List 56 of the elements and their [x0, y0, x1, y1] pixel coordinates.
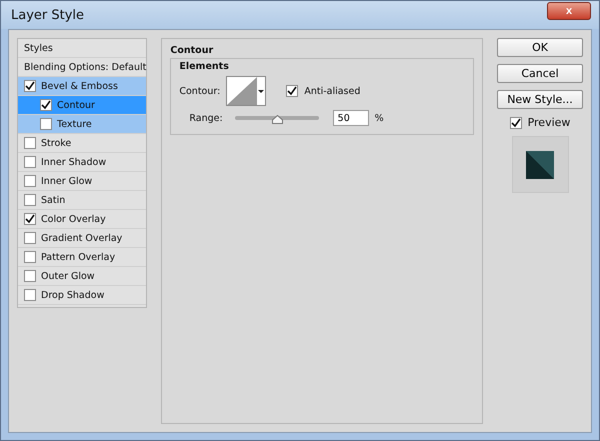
- checkbox[interactable]: [24, 80, 36, 92]
- style-item[interactable]: Satin: [18, 191, 146, 210]
- style-label: Pattern Overlay: [41, 252, 116, 262]
- style-item[interactable]: Gradient Overlay: [18, 229, 146, 248]
- range-input[interactable]: 50: [332, 110, 369, 126]
- checkbox[interactable]: [40, 99, 52, 111]
- checkbox[interactable]: [286, 85, 298, 97]
- style-item[interactable]: Bevel & Emboss: [18, 77, 146, 96]
- checkbox[interactable]: [24, 251, 36, 263]
- style-label: Inner Glow: [41, 176, 92, 186]
- style-item[interactable]: Stroke: [18, 134, 146, 153]
- contour-label: Contour:: [179, 86, 220, 96]
- checkbox[interactable]: [24, 289, 36, 301]
- preview-swatch-icon: [526, 150, 554, 178]
- checkbox[interactable]: [24, 156, 36, 168]
- contour-curve-icon: [227, 77, 258, 105]
- style-label: Texture: [57, 118, 92, 130]
- style-label: Inner Shadow: [41, 156, 106, 168]
- checkbox[interactable]: [24, 213, 36, 225]
- checkbox[interactable]: [24, 194, 36, 206]
- style-item[interactable]: Pattern Overlay: [18, 248, 146, 267]
- checkbox[interactable]: [40, 118, 52, 130]
- checkbox[interactable]: [24, 232, 36, 244]
- percent-label: %: [374, 112, 384, 124]
- anti-aliased-label: Anti-aliased: [304, 86, 360, 96]
- section-title: Contour: [170, 45, 214, 56]
- styles-header: Styles: [24, 42, 53, 54]
- style-item[interactable]: Texture: [18, 115, 146, 134]
- dialog-button[interactable]: OK: [497, 38, 583, 57]
- style-label: Outer Glow: [41, 270, 95, 282]
- window-title: Layer Style: [11, 8, 84, 22]
- checkbox[interactable]: [510, 116, 522, 128]
- preview-label: Preview: [528, 116, 570, 129]
- contour-picker[interactable]: [226, 76, 266, 106]
- range-label: Range:: [189, 112, 223, 124]
- style-label: Drop Shadow: [41, 290, 104, 300]
- style-label: Color Overlay: [41, 214, 106, 224]
- style-item[interactable]: Color Overlay: [18, 210, 146, 229]
- checkbox[interactable]: [24, 137, 36, 149]
- group-title: Elements: [179, 61, 230, 72]
- style-item[interactable]: Drop Shadow: [18, 286, 146, 305]
- style-item[interactable]: Inner Shadow: [18, 153, 146, 172]
- style-item[interactable]: Outer Glow: [18, 267, 146, 286]
- style-label: Stroke: [41, 138, 72, 148]
- caret-icon: [258, 90, 264, 92]
- style-label: Contour: [57, 100, 95, 110]
- style-label: Gradient Overlay: [41, 232, 122, 244]
- dialog-button[interactable]: New Style...: [497, 90, 583, 109]
- dialog-button[interactable]: Cancel: [497, 64, 583, 83]
- checkbox[interactable]: [24, 270, 36, 282]
- style-label: Satin: [41, 194, 66, 206]
- slider-thumb[interactable]: [272, 115, 283, 124]
- style-item[interactable]: Inner Glow: [18, 172, 146, 191]
- style-label: Bevel & Emboss: [41, 80, 118, 92]
- style-item[interactable]: Contour: [18, 96, 146, 115]
- checkbox[interactable]: [24, 175, 36, 187]
